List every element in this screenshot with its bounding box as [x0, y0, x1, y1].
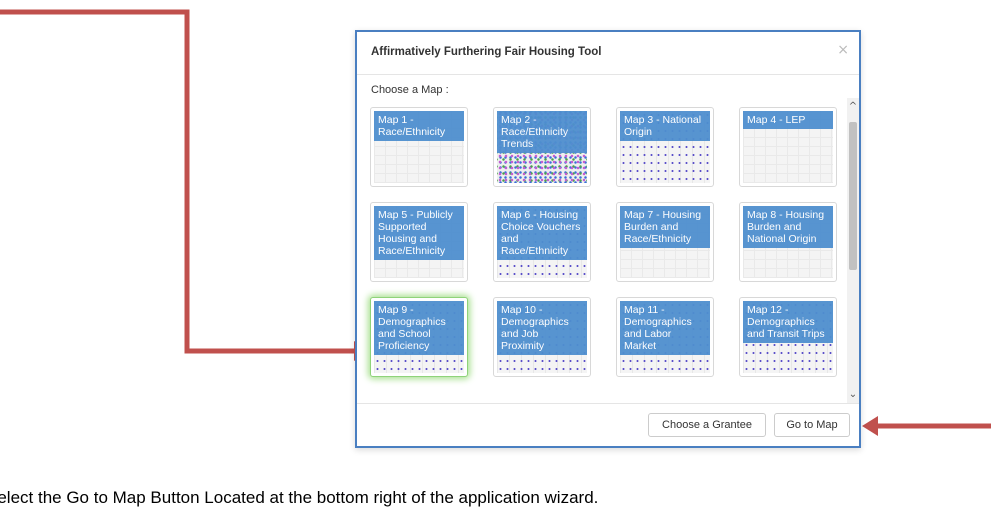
scroll-down-icon[interactable]: ⌄ [847, 388, 859, 402]
map-tile[interactable]: Map 8 - Housing Burden and National Orig… [739, 202, 837, 282]
map-tile[interactable]: Map 1 - Race/Ethnicity [370, 107, 468, 187]
map-grid: Map 1 - Race/Ethnicity Map 2 - Race/Ethni… [357, 98, 847, 404]
map-chooser-dialog: Affirmatively Furthering Fair Housing To… [355, 30, 861, 448]
choose-map-label: Choose a Map : [371, 84, 449, 96]
map-tile[interactable]: Map 11 - Demographics and Labor Market [616, 297, 714, 377]
go-to-map-button[interactable]: Go to Map [774, 413, 850, 437]
map-tile-label: Map 8 - Housing Burden and National Orig… [743, 206, 833, 248]
close-icon[interactable]: × [837, 42, 849, 58]
scrollbar[interactable]: ^ ⌄ [847, 98, 859, 404]
map-tile[interactable]: Map 7 - Housing Burden and Race/Ethnicit… [616, 202, 714, 282]
map-tile-label: Map 11 - Demographics and Labor Market [620, 301, 710, 355]
choose-grantee-button[interactable]: Choose a Grantee [648, 413, 766, 437]
map-tile-label: Map 6 - Housing Choice Vouchers and Race… [497, 206, 587, 260]
scroll-thumb[interactable] [849, 122, 857, 270]
map-tile[interactable]: Map 4 - LEP [739, 107, 837, 187]
map-tile-label: Map 3 - National Origin [620, 111, 710, 141]
dialog-footer: Choose a Grantee Go to Map [357, 403, 859, 446]
map-tile[interactable]: Map 2 - Race/Ethnicity Trends [493, 107, 591, 187]
dialog-title: Affirmatively Furthering Fair Housing To… [371, 46, 602, 58]
map-tile-label: Map 2 - Race/Ethnicity Trends [497, 111, 587, 153]
map-tile[interactable]: Map 9 - Demographics and School Proficie… [370, 297, 468, 377]
map-tile[interactable]: Map 10 - Demographics and Job Proximity [493, 297, 591, 377]
map-tile-label: Map 1 - Race/Ethnicity [374, 111, 464, 141]
map-tile[interactable]: Map 6 - Housing Choice Vouchers and Race… [493, 202, 591, 282]
scroll-up-icon[interactable]: ^ [847, 100, 859, 114]
dialog-header: Affirmatively Furthering Fair Housing To… [357, 32, 859, 75]
map-tile[interactable]: Map 5 - Publicly Supported Housing and R… [370, 202, 468, 282]
map-tile-label: Map 4 - LEP [743, 111, 833, 129]
instruction-caption: Select the Go to Map Button Located at t… [0, 488, 599, 507]
map-tile-label: Map 5 - Publicly Supported Housing and R… [374, 206, 464, 260]
map-tile[interactable]: Map 3 - National Origin [616, 107, 714, 187]
map-tile[interactable]: Map 12 - Demographics and Transit Trips [739, 297, 837, 377]
left-annotation-arrow [0, 9, 360, 354]
map-tile-label: Map 7 - Housing Burden and Race/Ethnicit… [620, 206, 710, 248]
map-tile-label: Map 9 - Demographics and School Proficie… [374, 301, 464, 355]
map-tile-label: Map 10 - Demographics and Job Proximity [497, 301, 587, 355]
map-tile-label: Map 12 - Demographics and Transit Trips [743, 301, 833, 343]
right-arrowhead [862, 416, 878, 436]
